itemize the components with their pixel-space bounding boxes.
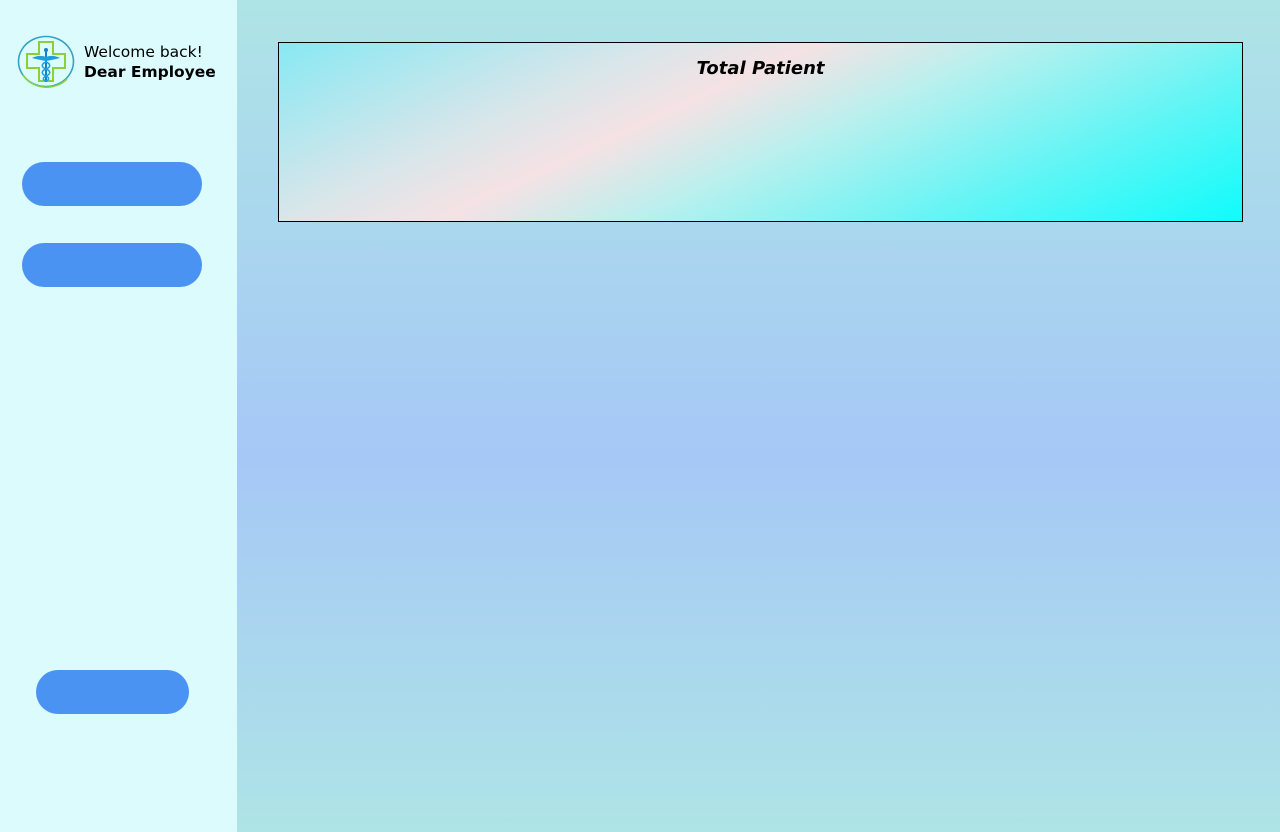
sidebar-button-2[interactable] xyxy=(22,243,202,287)
sidebar-button-1[interactable] xyxy=(22,162,202,206)
sidebar-bottom-button[interactable] xyxy=(36,670,189,714)
sidebar: Welcome back! Dear Employee xyxy=(0,0,237,832)
brand-header: Welcome back! Dear Employee xyxy=(17,35,216,88)
total-patient-card: Total Patient xyxy=(278,42,1243,222)
medical-cross-caduceus-icon xyxy=(17,35,75,88)
card-title: Total Patient xyxy=(696,58,825,79)
main-content: Total Patient xyxy=(237,0,1280,832)
app-root: Welcome back! Dear Employee Total Patien… xyxy=(0,0,1280,832)
user-name: Dear Employee xyxy=(84,62,216,81)
welcome-text: Welcome back! Dear Employee xyxy=(84,42,216,82)
greeting-text: Welcome back! xyxy=(84,42,203,61)
